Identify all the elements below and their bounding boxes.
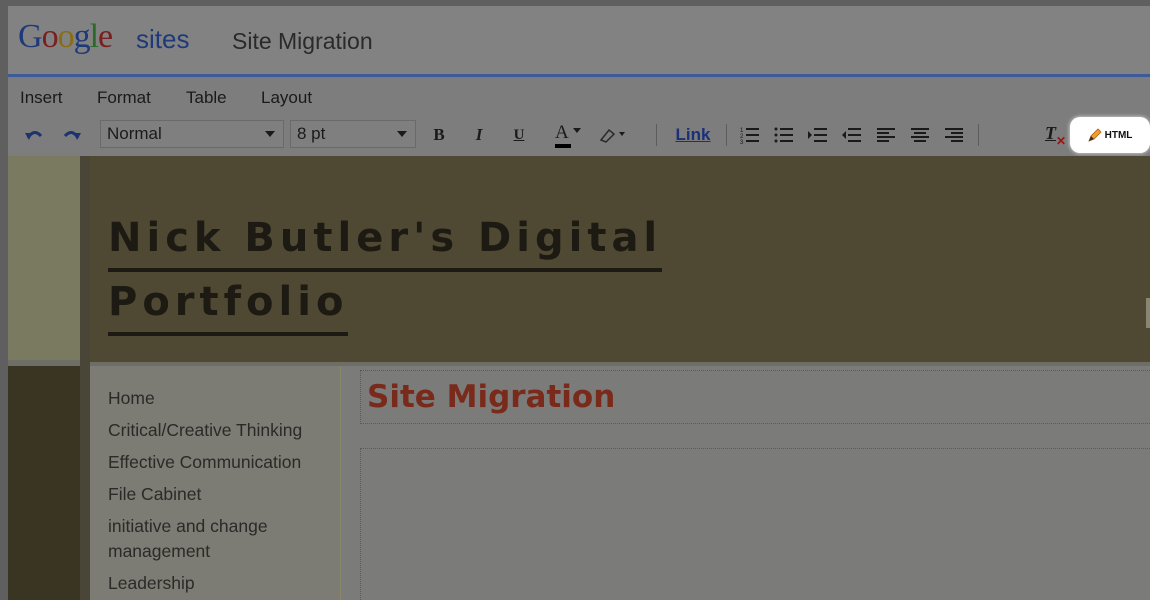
pencil-icon: [1087, 128, 1102, 142]
page-divider: [80, 156, 90, 600]
page-content: Home Critical/Creative Thinking Effectiv…: [90, 366, 1150, 600]
redo-icon[interactable]: [58, 122, 86, 148]
align-center-icon[interactable]: [908, 122, 932, 148]
edit-html-label: HTML: [1104, 129, 1133, 141]
outdent-icon[interactable]: [840, 122, 864, 148]
page-title: Site Migration: [367, 379, 616, 415]
nav-item-effective-communication[interactable]: Effective Communication: [108, 450, 301, 475]
nav-item-critical-thinking[interactable]: Critical/Creative Thinking: [108, 418, 302, 443]
site-title-line: Nick Butler's Digital: [108, 208, 663, 272]
underline-button[interactable]: U: [508, 122, 530, 148]
link-button[interactable]: Link: [670, 122, 716, 148]
text-color-label: A: [555, 122, 569, 143]
menu-insert[interactable]: Insert: [20, 88, 63, 108]
nav-item-file-cabinet[interactable]: File Cabinet: [108, 482, 201, 507]
link-button-label: Link: [675, 125, 711, 144]
page-body-editor[interactable]: [360, 448, 1150, 600]
svg-text:3: 3: [740, 140, 744, 144]
site-header-banner: Nick Butler's Digital Portfolio: [90, 156, 1150, 362]
toolbar-separator: [978, 124, 979, 146]
indent-icon[interactable]: [806, 122, 830, 148]
nav-item-initiative[interactable]: initiative and change: [108, 514, 268, 539]
highlight-icon[interactable]: [592, 122, 632, 148]
remove-formatting-icon[interactable]: T ✕: [1042, 122, 1066, 148]
banner-edge-handle: [1146, 298, 1150, 328]
page-canvas: Nick Butler's Digital Portfolio Home Cri…: [8, 156, 1150, 600]
nav-item-home[interactable]: Home: [108, 386, 155, 411]
align-right-icon[interactable]: [942, 122, 966, 148]
paragraph-style-select[interactable]: Normal: [100, 120, 284, 148]
undo-icon[interactable]: [20, 122, 48, 148]
site-title-line: Portfolio: [108, 272, 349, 336]
browser-frame: Google sites Site Migration Insert Forma…: [8, 6, 1150, 600]
toolbar-separator: [656, 124, 657, 146]
numbered-list-icon[interactable]: 123: [738, 122, 762, 148]
menu-table[interactable]: Table: [186, 88, 227, 108]
chevron-down-icon: [397, 131, 407, 137]
bulleted-list-icon[interactable]: [772, 122, 796, 148]
menu-bar: Insert Format Table Layout: [8, 78, 1150, 114]
edit-html-button[interactable]: HTML: [1070, 117, 1150, 153]
italic-button[interactable]: I: [468, 122, 490, 148]
align-left-icon[interactable]: [874, 122, 898, 148]
nav-item-initiative-continued[interactable]: management: [108, 539, 210, 564]
close-icon: ✕: [1056, 134, 1067, 148]
toolbar-separator: [726, 124, 727, 146]
site-name[interactable]: Site Migration: [232, 28, 373, 55]
main-content: Site Migration: [342, 366, 1150, 600]
text-color-button[interactable]: A: [548, 122, 582, 148]
sites-logo-label: sites: [136, 24, 190, 54]
menu-format[interactable]: Format: [97, 88, 151, 108]
chevron-down-icon: [265, 131, 275, 137]
menu-layout[interactable]: Layout: [261, 88, 312, 108]
font-size-value: 8 pt: [297, 124, 326, 143]
formatting-toolbar: Normal 8 pt B I U A Link 123 T ✕ HTML: [8, 114, 1150, 156]
nav-item-leadership[interactable]: Leadership: [108, 571, 195, 596]
site-title[interactable]: Nick Butler's Digital Portfolio: [108, 208, 663, 336]
side-decoration: [8, 156, 80, 360]
app-header: Google sites Site Migration: [8, 6, 1150, 74]
remove-formatting-label: T: [1045, 123, 1056, 143]
google-logo: Google: [18, 18, 113, 55]
side-decoration: [8, 366, 80, 600]
paragraph-style-value: Normal: [107, 124, 162, 143]
header-divider: [8, 74, 1150, 77]
bold-button[interactable]: B: [428, 122, 450, 148]
font-size-select[interactable]: 8 pt: [290, 120, 416, 148]
site-navigation: Home Critical/Creative Thinking Effectiv…: [90, 366, 341, 600]
page-title-field[interactable]: Site Migration: [360, 370, 1150, 424]
